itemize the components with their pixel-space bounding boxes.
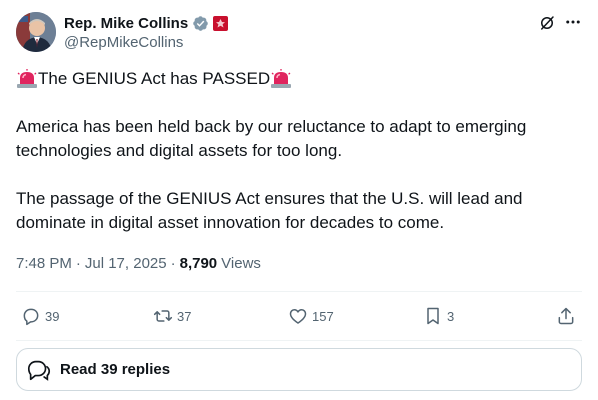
like-count: 157 <box>312 308 334 324</box>
tweet-paragraph-1: America has been held back by our reluct… <box>16 117 527 160</box>
divider-bottom <box>16 340 582 341</box>
bookmark-button[interactable]: 3 <box>423 303 454 329</box>
read-replies-button[interactable]: Read 39 replies <box>16 348 582 391</box>
tweet-headline-line: The GENIUS Act has PASSED <box>16 67 582 91</box>
siren-emoji-icon <box>271 69 292 88</box>
views-label: Views <box>221 254 261 272</box>
author-handle[interactable]: @RepMikeCollins <box>64 34 183 51</box>
affiliation-badge-icon[interactable] <box>213 15 229 31</box>
views-count: 8,790 <box>179 254 218 272</box>
action-bar: 39 37 157 3 <box>16 303 582 329</box>
tweet-meta: 7:48 PM · Jul 17, 2025 · 8,790 Views <box>16 253 261 273</box>
more-options-icon[interactable] <box>564 13 582 31</box>
bookmark-icon <box>427 307 439 325</box>
reply-icon <box>23 308 39 326</box>
repost-count: 37 <box>177 308 192 324</box>
meta-separator: · <box>75 254 81 272</box>
tweet-time[interactable]: 7:48 PM <box>16 255 72 272</box>
bookmark-count: 3 <box>447 308 455 324</box>
chat-bubbles-icon <box>27 360 51 381</box>
meta-separator: · <box>170 254 176 272</box>
grok-icon[interactable] <box>538 14 556 32</box>
heart-icon <box>289 309 307 324</box>
share-icon <box>558 307 574 325</box>
tweet-header: Rep. Mike Collins @RepMikeCollins <box>16 12 582 54</box>
repost-icon <box>153 310 173 322</box>
siren-emoji-icon <box>17 69 37 88</box>
divider-top <box>16 291 582 292</box>
tweet-paragraph-2: The passage of the GENIUS Act ensures th… <box>16 189 523 232</box>
tweet-text: The GENIUS Act has PASSED America has be… <box>16 67 582 235</box>
tweet-headline: The GENIUS Act has PASSED <box>38 69 271 88</box>
like-button[interactable]: 157 <box>288 303 334 329</box>
verified-badge-icon[interactable] <box>192 15 209 32</box>
reply-button[interactable]: 39 <box>21 303 59 329</box>
tweet-date[interactable]: Jul 17, 2025 <box>85 255 167 272</box>
author-display-name[interactable]: Rep. Mike Collins <box>64 15 188 32</box>
read-replies-label: Read 39 replies <box>60 361 171 378</box>
share-button[interactable] <box>556 303 576 329</box>
author-name-row: Rep. Mike Collins <box>64 13 229 33</box>
author-avatar[interactable] <box>16 12 56 52</box>
reply-count: 39 <box>45 308 60 324</box>
repost-button[interactable]: 37 <box>153 303 191 329</box>
